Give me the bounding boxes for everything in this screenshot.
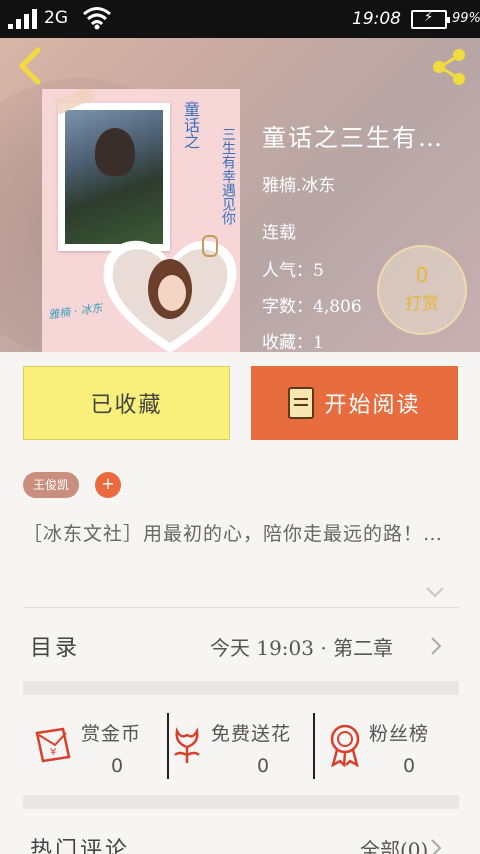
status-bar: 2G 19:08 ⚡ 99% [0,0,480,38]
medal-icon [330,724,360,767]
chevron-right-icon [431,637,442,655]
book-icon [288,387,315,419]
cover-signature: 雅楠 · 冰东 [47,301,104,322]
stat-name: 赏金币 [81,723,142,745]
signal-icon [8,9,37,29]
reward-label: 打赏 [405,294,439,314]
collected-label: 已收藏 [90,393,163,418]
stat-free-flowers[interactable]: 免费送花 0 [169,709,313,793]
status-time: 19:08 [352,9,401,29]
book-status: 连载 [262,223,296,243]
cover-subtitle-text: 三生有幸遇见你 [220,127,236,225]
hot-comments-label: 热门评论 [30,838,131,854]
book-header: 童话之 三生有幸遇见你 雅楠 · 冰东 童话之三生有… 雅楠.冰东 连载 人气：… [0,38,480,352]
stat-fan-ranking[interactable]: 粉丝榜 0 [315,709,459,793]
book-popularity: 人气：5 [262,261,324,281]
share-icon[interactable] [428,46,470,88]
book-description: ［冰东文社］用最初的心，陪你走最远的路！… [23,523,444,545]
red-envelope-icon: ¥ [35,727,71,763]
book-title: 童话之三生有… [262,124,444,152]
start-reading-label: 开始阅读 [324,393,421,418]
back-arrow-icon[interactable] [12,46,48,86]
wifi-icon [83,7,111,30]
cover-title-text: 童话之 [181,101,200,149]
stat-value: 0 [257,755,270,777]
book-cover[interactable]: 童话之 三生有幸遇见你 雅楠 · 冰东 [42,89,240,352]
toc-row[interactable]: 目录 今天 19:03 · 第二章 [0,608,480,680]
battery-icon: ⚡ [411,10,450,29]
battery-percent: 99% [452,11,480,26]
section-separator [23,795,459,809]
cover-photo [58,103,170,251]
toc-latest-chapter: 今天 19:03 · 第二章 [210,636,394,660]
tag-chip[interactable]: 王俊凯 [23,472,80,498]
cover-heart-photo [103,240,237,352]
collected-button[interactable]: 已收藏 [23,366,230,440]
svg-text:¥: ¥ [50,747,56,758]
stat-name: 免费送花 [211,723,292,745]
book-author[interactable]: 雅楠.冰东 [262,171,335,196]
flower-icon [174,727,200,763]
support-stats: ¥ 赏金币 0 免费送花 0 粉丝榜 0 [23,709,459,793]
reward-button[interactable]: 0 打赏 [377,245,467,335]
reward-count: 0 [415,263,429,287]
stat-coin-reward[interactable]: ¥ 赏金币 0 [23,709,167,793]
section-separator [23,681,459,695]
toc-label: 目录 [30,636,81,661]
start-reading-button[interactable]: 开始阅读 [251,366,458,440]
stat-value: 0 [403,755,416,777]
stat-name: 粉丝榜 [369,723,430,745]
network-type: 2G [44,8,68,28]
book-word-count: 字数：4,806 [262,297,362,317]
add-tag-button[interactable]: + [95,472,121,498]
hot-comments-row[interactable]: 热门评论 全部(0) [0,820,480,854]
book-favorites: 收藏：1 [262,333,324,352]
chevron-right-icon [431,839,442,854]
all-comments-link[interactable]: 全部(0) [360,834,428,854]
stat-value: 0 [111,755,124,777]
expand-chevron-icon[interactable] [425,585,445,599]
